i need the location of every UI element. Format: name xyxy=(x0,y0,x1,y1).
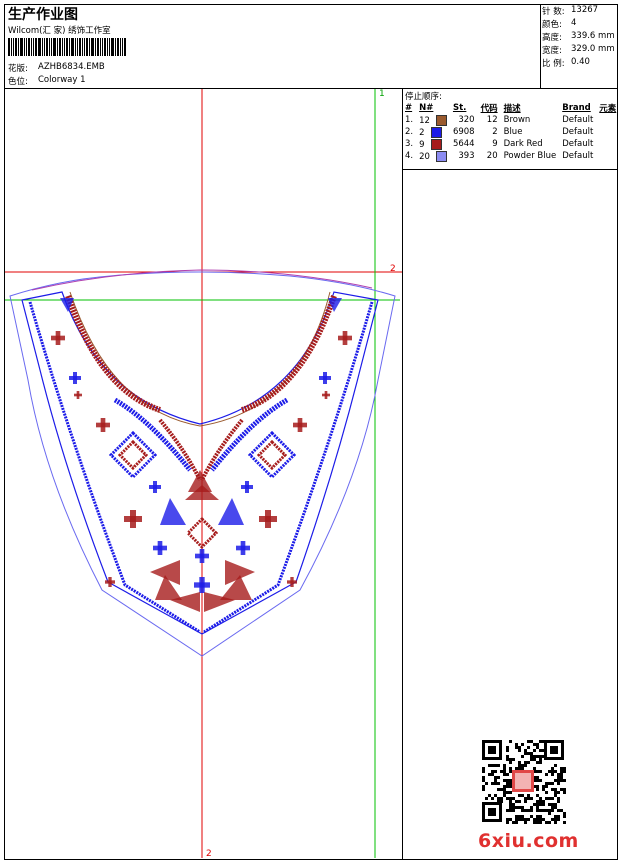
stat-value: 4 xyxy=(571,18,577,28)
stat-label: 宽度: xyxy=(542,46,562,56)
stat-value: 0.40 xyxy=(571,57,590,67)
stat-label: 高度: xyxy=(542,33,562,43)
stat-label: 比 例: xyxy=(542,59,565,69)
header-divider-horizontal xyxy=(4,88,618,89)
colorway-label: 色位: xyxy=(8,77,28,87)
page-title: 生产作业图 xyxy=(8,7,78,23)
stat-label: 针 数: xyxy=(542,7,565,17)
barcode xyxy=(8,38,150,56)
qr-code xyxy=(480,738,566,824)
thread-table-header: St. xyxy=(452,103,467,113)
thread-table-header: 元素 xyxy=(599,104,617,114)
thread-table-header: N# xyxy=(419,103,434,113)
thread-row: 2. 2 6908 2 Blue Default xyxy=(405,126,594,138)
design-label: 花版: xyxy=(8,64,28,74)
thread-table: # N# St. 代码 描述 Brand 元素 1. 12 320 12 Brown Default 2… xyxy=(402,102,619,162)
thread-row: 4. 20 393 20 Powder Blue Default xyxy=(405,150,594,162)
colorway-name: Colorway 1 xyxy=(38,75,86,85)
color-swatch xyxy=(435,150,447,162)
thread-row: 3. 9 5644 9 Dark Red Default xyxy=(405,138,594,150)
color-swatch xyxy=(430,138,442,150)
header-divider-vertical xyxy=(540,4,541,88)
design-name: AZHB6834.EMB xyxy=(38,62,105,72)
thread-table-header: # xyxy=(405,103,413,113)
studio-name: Wilcom(汇 家) 绣饰工作室 xyxy=(8,26,111,36)
stat-value: 13267 xyxy=(571,5,599,15)
watermark-logo: 6xiu.com xyxy=(478,830,579,852)
color-swatch xyxy=(435,114,447,126)
stat-label: 颜色: xyxy=(542,20,562,30)
thread-table-header: 代码 xyxy=(480,104,498,114)
thread-row: 1. 12 320 12 Brown Default xyxy=(405,114,594,126)
thread-table-header: 描述 xyxy=(503,104,521,114)
stat-value: 329.0 mm xyxy=(571,44,615,54)
thread-panel-divider xyxy=(402,88,403,860)
thread-panel-title: 停止顺序: xyxy=(405,92,442,102)
color-swatch xyxy=(430,126,442,138)
thread-table-header: Brand xyxy=(562,103,591,113)
stat-value: 339.6 mm xyxy=(571,31,615,41)
thread-panel-bottom xyxy=(402,169,618,170)
